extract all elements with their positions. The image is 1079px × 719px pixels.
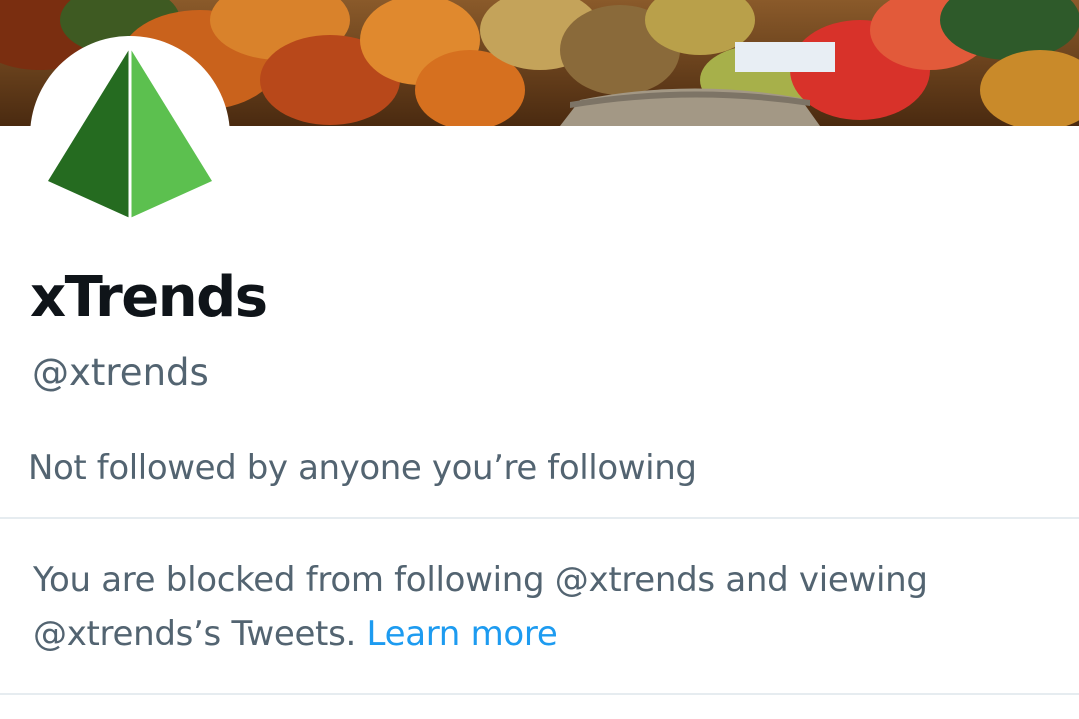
avatar[interactable] (30, 36, 230, 236)
green-pyramid-logo-icon (48, 48, 212, 218)
user-handle: @xtrends (32, 351, 209, 394)
learn-more-link[interactable]: Learn more (367, 614, 558, 654)
followers-you-know: Not followed by anyone you’re following (28, 448, 697, 488)
blocked-notice-line-1: You are blocked from following @xtrends … (33, 560, 928, 600)
profile-page: xTrends @xtrends Not followed by anyone … (0, 0, 1079, 719)
blocked-notice: You are blocked from following @xtrends … (33, 553, 1063, 661)
divider (0, 517, 1079, 519)
blocked-notice-text: @xtrends’s Tweets. (33, 614, 357, 654)
divider (0, 693, 1079, 695)
display-name: xTrends (30, 265, 268, 330)
blocked-notice-line-2: @xtrends’s Tweets. Learn more (33, 607, 1063, 661)
